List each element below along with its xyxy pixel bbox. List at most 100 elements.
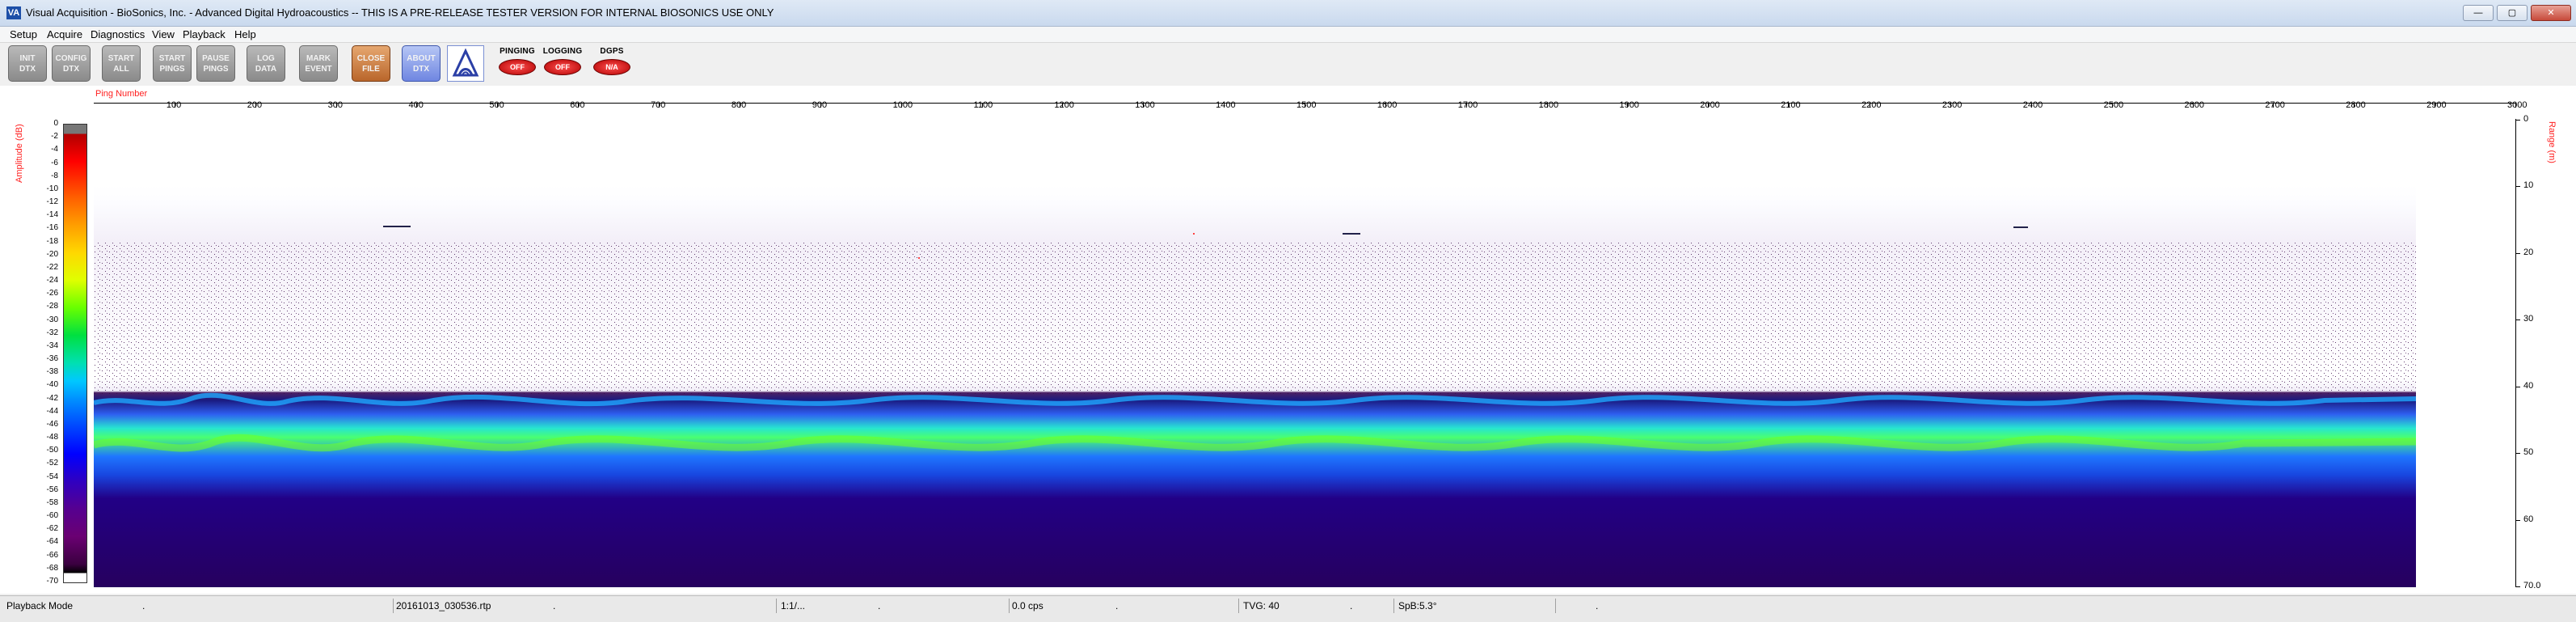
colorbar-tick-label: -62 — [46, 524, 58, 534]
ping-tick-mark — [578, 103, 580, 108]
dgps-label: DGPS — [600, 47, 624, 56]
ping-tick-mark — [1789, 103, 1790, 108]
colorbar-tick-label: -26 — [46, 289, 58, 298]
minimize-button[interactable]: — — [2463, 5, 2494, 21]
echogram-overlay — [94, 226, 2416, 452]
range-tick-mark — [2515, 252, 2520, 254]
colorbar-tick-label: -50 — [46, 446, 58, 455]
window-controls: — ▢ ✕ — [2463, 5, 2571, 21]
colorbar-tick-label: -32 — [46, 328, 58, 337]
range-tick-mark — [2515, 186, 2520, 188]
title-bar: VA Visual Acquisition - BioSonics, Inc. … — [0, 0, 2576, 27]
ping-tick-mark — [981, 103, 983, 108]
ping-tick-mark — [900, 103, 902, 108]
logging-status: OFF — [544, 59, 581, 75]
pinging-label: PINGING — [500, 47, 535, 56]
colorbar-tick-label: -58 — [46, 497, 58, 507]
ping-tick-label: 1700 — [1457, 100, 1478, 110]
ping-tick-label: 2700 — [2265, 100, 2285, 110]
ping-tick-mark — [1546, 103, 1548, 108]
ping-tick-label: 2200 — [1861, 100, 1882, 110]
ping-tick-mark — [416, 103, 418, 108]
config-dtx-button[interactable]: CONFIG DTX — [52, 45, 91, 82]
colorbar-tick-label: -38 — [46, 367, 58, 377]
pause-pings-button[interactable]: PAUSE PINGS — [196, 45, 235, 82]
init-dtx-button[interactable]: INIT DTX — [8, 45, 47, 82]
ping-tick-label: 2900 — [2426, 100, 2447, 110]
ping-tick-mark — [820, 103, 821, 108]
colorbar-tick-label: -6 — [51, 158, 58, 167]
colorbar-tick-label: -10 — [46, 184, 58, 193]
colorbar-tick-label: -34 — [46, 341, 58, 350]
status-dot-4: . — [1115, 600, 1119, 611]
colorbar-tick-label: -66 — [46, 550, 58, 560]
colorbar-tick-label: -22 — [46, 262, 58, 272]
ping-tick-label: 2000 — [1700, 100, 1720, 110]
maximize-button[interactable]: ▢ — [2497, 5, 2528, 21]
about-dtx-button[interactable]: ABOUT DTX — [402, 45, 441, 82]
colorbar-tick-label: -2 — [51, 132, 58, 142]
pinging-status: OFF — [499, 59, 536, 75]
ping-tick-label: 1600 — [1377, 100, 1398, 110]
status-page: 1:1/... — [781, 600, 806, 611]
ping-tick-label: 1400 — [1216, 100, 1236, 110]
ping-tick-label: 1800 — [1538, 100, 1559, 110]
menu-view[interactable]: View — [152, 28, 175, 40]
colorbar-tick-label: -48 — [46, 433, 58, 442]
ping-tick-mark — [497, 103, 499, 108]
status-dot-1: . — [142, 600, 145, 611]
menu-help[interactable]: Help — [234, 28, 256, 40]
menu-setup[interactable]: Setup — [10, 28, 37, 40]
ping-tick-label: 1900 — [1619, 100, 1639, 110]
status-dot-6: . — [1596, 600, 1599, 611]
menu-bar: Setup Acquire Diagnostics View Playback … — [0, 27, 2576, 43]
ping-tick-mark — [2273, 103, 2275, 108]
start-all-button[interactable]: START ALL — [102, 45, 141, 82]
colorbar-tick-label: -68 — [46, 563, 58, 573]
status-rate: 0.0 cps — [1012, 600, 1043, 611]
range-tick-label: 60 — [2523, 514, 2534, 524]
status-divider — [1393, 599, 1394, 613]
range-axis-label: Range (m) — [2547, 121, 2557, 163]
menu-diagnostics[interactable]: Diagnostics — [91, 28, 145, 40]
log-data-button[interactable]: LOG DATA — [247, 45, 285, 82]
status-divider — [1009, 599, 1010, 613]
status-file: 20161013_030536.rtp — [396, 600, 491, 611]
colorbar-tick-label: -8 — [51, 171, 58, 180]
biosonics-logo-icon[interactable] — [447, 45, 484, 82]
close-window-button[interactable]: ✕ — [2531, 5, 2571, 21]
range-tick-label: 30 — [2523, 314, 2534, 324]
ping-tick-label: 2800 — [2346, 100, 2366, 110]
menu-acquire[interactable]: Acquire — [47, 28, 82, 40]
status-spb: SpB:5.3° — [1398, 600, 1437, 611]
range-tick-label: 0 — [2523, 114, 2529, 124]
range-tick-mark — [2515, 319, 2520, 321]
ping-tick-mark — [1708, 103, 1710, 108]
ping-tick-label: 1300 — [1135, 100, 1155, 110]
ping-tick-mark — [1385, 103, 1386, 108]
colorbar-tick-label: -18 — [46, 236, 58, 246]
ping-tick-label: 2400 — [2022, 100, 2043, 110]
close-file-button[interactable]: CLOSE FILE — [352, 45, 390, 82]
colorbar-tick-label: -46 — [46, 419, 58, 429]
colorbar-tick-label: -70 — [46, 577, 58, 586]
range-tick-mark — [2515, 453, 2520, 455]
status-dot-5: . — [1350, 600, 1353, 611]
pinging-indicator: PINGING OFF — [495, 47, 539, 83]
status-tvg: TVG: 40 — [1243, 600, 1280, 611]
mark-event-button[interactable]: MARK EVENT — [299, 45, 338, 82]
ping-tick-label: 1100 — [973, 100, 993, 110]
colorbar-tick-label: -20 — [46, 249, 58, 259]
colorbar-tick-label: -24 — [46, 276, 58, 286]
ping-tick-mark — [1950, 103, 1951, 108]
range-tick-mark — [2515, 519, 2520, 521]
range-tick-label: 20 — [2523, 247, 2534, 257]
start-pings-button[interactable]: START PINGS — [153, 45, 192, 82]
colorbar-tick-label: -54 — [46, 472, 58, 481]
colorbar-tick-label: -12 — [46, 197, 58, 207]
ping-tick-mark — [1465, 103, 1467, 108]
toolbar: INIT DTX CONFIG DTX START ALL START PING… — [0, 43, 2576, 85]
status-divider — [393, 599, 394, 613]
menu-playback[interactable]: Playback — [183, 28, 226, 40]
colorbar-tick-label: -14 — [46, 210, 58, 220]
